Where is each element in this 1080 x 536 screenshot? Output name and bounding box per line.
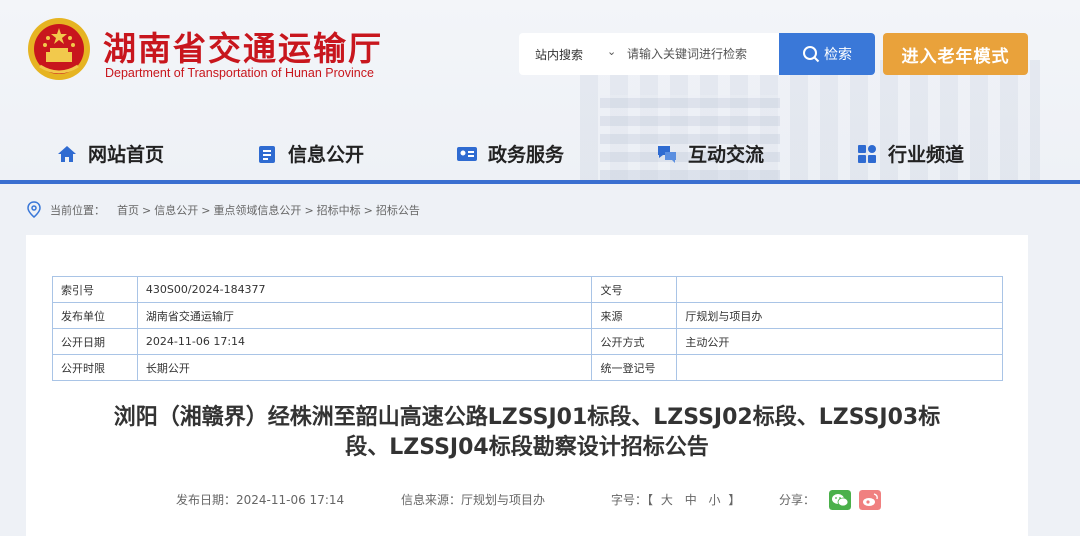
chevron-down-icon[interactable]: ⌄ bbox=[607, 45, 616, 58]
breadcrumb-separator: > bbox=[201, 203, 211, 217]
nav-item-interaction[interactable]: 互动交流 bbox=[656, 140, 764, 167]
metadata-table: 索引号 430S00/2024-184377 文号 发布单位 湖南省交通运输厅 … bbox=[52, 276, 1003, 381]
meta-value: 2024-11-06 17:14 bbox=[136, 328, 593, 355]
breadcrumb-item-key-areas[interactable]: 重点领域信息公开 bbox=[213, 202, 301, 218]
breadcrumb-item-tender-notice[interactable]: 招标公告 bbox=[376, 202, 420, 218]
font-size-control: 字号：【 大 中 小 】 bbox=[611, 491, 740, 508]
table-row: 公开日期 2024-11-06 17:14 公开方式 主动公开 bbox=[52, 328, 1003, 355]
site-title: 湖南省交通运输厅 bbox=[103, 29, 383, 68]
table-row: 索引号 430S00/2024-184377 文号 bbox=[52, 276, 1003, 303]
info-source: 信息来源：厅规划与项目办 bbox=[401, 493, 546, 507]
meta-key: 文号 bbox=[591, 276, 678, 303]
search-input[interactable] bbox=[627, 39, 779, 69]
breadcrumb: 当前位置： 首页 > 信息公开 > 重点领域信息公开 > 招标中标 > 招标公告 bbox=[26, 200, 420, 220]
meta-key: 来源 bbox=[591, 302, 678, 329]
meta-value: 厅规划与项目办 bbox=[676, 302, 1003, 329]
nav-item-service[interactable]: 政务服务 bbox=[456, 140, 564, 167]
meta-key: 统一登记号 bbox=[591, 354, 678, 381]
search-icon bbox=[803, 46, 820, 63]
national-emblem-icon bbox=[28, 18, 90, 80]
meta-value: 主动公开 bbox=[676, 328, 1003, 355]
meta-value bbox=[676, 354, 1003, 381]
nav-item-label: 互动交流 bbox=[688, 144, 765, 166]
table-row: 公开时限 长期公开 统一登记号 bbox=[52, 354, 1003, 381]
breadcrumb-item-info[interactable]: 信息公开 bbox=[154, 202, 198, 218]
breadcrumb-separator: > bbox=[363, 203, 373, 217]
chat-icon bbox=[658, 145, 676, 163]
breadcrumb-item-home[interactable]: 首页 bbox=[117, 202, 139, 218]
breadcrumb-separator: > bbox=[142, 203, 152, 217]
home-icon bbox=[58, 145, 76, 162]
article-panel: 索引号 430S00/2024-184377 文号 发布单位 湖南省交通运输厅 … bbox=[26, 235, 1028, 536]
table-row: 发布单位 湖南省交通运输厅 来源 厅规划与项目办 bbox=[52, 302, 1003, 329]
meta-value: 430S00/2024-184377 bbox=[136, 276, 593, 303]
meta-key: 发布单位 bbox=[52, 302, 138, 329]
nav-item-label: 政务服务 bbox=[488, 144, 565, 166]
share-label: 分享： bbox=[779, 493, 816, 507]
info-doc-icon bbox=[259, 145, 275, 163]
breadcrumb-separator: > bbox=[304, 203, 314, 217]
grid-icon bbox=[858, 144, 876, 163]
breadcrumb-prefix: 当前位置： bbox=[50, 204, 105, 217]
search-scope-select[interactable]: 站内搜索 bbox=[535, 46, 583, 63]
weibo-icon[interactable] bbox=[859, 490, 881, 510]
document-title-line: 浏阳（湘赣界）经株洲至韶山高速公路LZSSJ01标段、LZSSJ02标段、LZS… bbox=[113, 405, 941, 430]
font-size-end: 】 bbox=[728, 493, 741, 507]
nav-item-label: 行业频道 bbox=[888, 144, 965, 166]
search-button-label: 检索 bbox=[824, 47, 852, 63]
publish-date: 发布日期：2024-11-06 17:14 bbox=[176, 493, 345, 507]
breadcrumb-item-bidding[interactable]: 招标中标 bbox=[317, 202, 361, 218]
nav-item-label: 网站首页 bbox=[88, 144, 165, 166]
wechat-icon[interactable] bbox=[829, 490, 851, 510]
site-header: 湖南省交通运输厅 Department of Transportation of… bbox=[0, 0, 1080, 182]
nav-item-info[interactable]: 信息公开 bbox=[256, 140, 364, 167]
meta-key: 公开日期 bbox=[52, 328, 138, 355]
font-size-label: 字号：【 bbox=[611, 493, 654, 507]
nav-item-industry[interactable]: 行业频道 bbox=[856, 140, 964, 167]
search-box: 站内搜索 ⌄ 检索 bbox=[519, 33, 875, 75]
meta-key: 公开时限 bbox=[52, 354, 138, 381]
main-nav: 网站首页 信息公开 政务服务 互动交流 行业频道 bbox=[0, 128, 1080, 180]
elder-mode-button[interactable]: 进入老年模式 bbox=[883, 33, 1028, 75]
font-size-medium[interactable]: 中 bbox=[685, 493, 697, 507]
nav-item-home[interactable]: 网站首页 bbox=[56, 140, 164, 167]
service-card-icon bbox=[457, 146, 477, 161]
font-size-small[interactable]: 小 bbox=[709, 493, 721, 507]
meta-value: 长期公开 bbox=[136, 354, 593, 381]
search-button[interactable]: 检索 bbox=[779, 33, 875, 75]
meta-key: 公开方式 bbox=[591, 328, 678, 355]
document-title-line: 段、LZSSJ04标段勘察设计招标公告 bbox=[345, 435, 709, 460]
meta-key: 索引号 bbox=[52, 276, 138, 303]
meta-value: 湖南省交通运输厅 bbox=[136, 302, 593, 329]
nav-item-label: 信息公开 bbox=[288, 144, 365, 166]
font-size-large[interactable]: 大 bbox=[661, 493, 673, 507]
meta-value bbox=[676, 276, 1003, 303]
location-pin-icon bbox=[27, 201, 41, 218]
nav-divider bbox=[0, 180, 1080, 184]
site-subtitle: Department of Transportation of Hunan Pr… bbox=[105, 66, 374, 80]
document-title: 浏阳（湘赣界）经株洲至韶山高速公路LZSSJ01标段、LZSSJ02标段、LZS… bbox=[56, 403, 998, 463]
